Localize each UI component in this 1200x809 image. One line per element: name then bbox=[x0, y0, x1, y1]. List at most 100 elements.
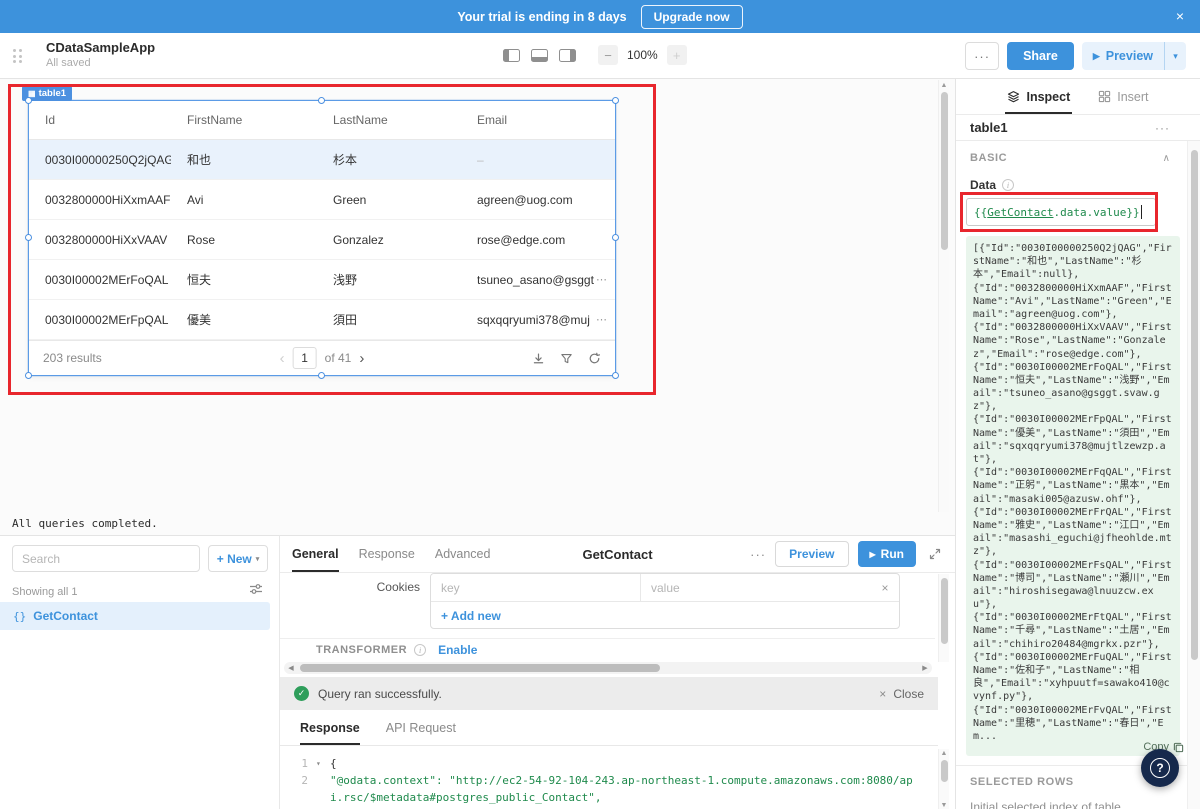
zoom-in-button[interactable]: + bbox=[667, 45, 687, 65]
new-query-button[interactable]: + New ▾ bbox=[208, 545, 268, 572]
cookie-value-input[interactable] bbox=[641, 574, 871, 601]
overflow-ellipsis-icon: ⋯ bbox=[596, 273, 607, 286]
tab-inspect[interactable]: Inspect bbox=[1007, 79, 1070, 114]
basic-section-header: BASIC ∧ bbox=[970, 152, 1170, 164]
add-new-cookie-link[interactable]: + Add new bbox=[431, 602, 899, 629]
header-actions: ··· Share ▶ Preview ▾ bbox=[965, 42, 1186, 70]
selected-component-name: table1 bbox=[970, 120, 1008, 135]
next-page-icon[interactable]: › bbox=[359, 350, 364, 367]
toggle-right-panel-icon[interactable] bbox=[559, 49, 576, 62]
toggle-bottom-panel-icon[interactable] bbox=[531, 49, 548, 62]
page-number-input[interactable] bbox=[293, 347, 317, 369]
trial-message: Your trial is ending in 8 days bbox=[457, 10, 626, 24]
tab-general[interactable]: General bbox=[292, 536, 339, 572]
table-row[interactable]: 0030I00000250Q2jQAG 和也 杉本 – bbox=[29, 140, 615, 180]
expand-panel-icon[interactable] bbox=[927, 546, 943, 562]
code-gutter bbox=[316, 772, 330, 806]
table-row[interactable]: 0032800000HiXxmAAF Avi Green agreen@uog.… bbox=[29, 180, 615, 220]
component-more-button[interactable]: ··· bbox=[1155, 121, 1170, 135]
previous-page-icon[interactable]: ‹ bbox=[280, 350, 285, 367]
layers-icon bbox=[1007, 90, 1020, 103]
tab-result-response[interactable]: Response bbox=[300, 721, 360, 745]
toggle-left-panel-icon[interactable] bbox=[503, 49, 520, 62]
upgrade-now-button[interactable]: Upgrade now bbox=[641, 5, 743, 29]
scroll-left-icon[interactable]: ◀ bbox=[284, 662, 298, 674]
remove-cookie-icon[interactable]: × bbox=[871, 574, 899, 601]
tab-response[interactable]: Response bbox=[359, 536, 415, 572]
close-icon: × bbox=[879, 687, 886, 701]
scrollbar-thumb[interactable] bbox=[941, 92, 948, 250]
column-header-firstname[interactable]: FirstName bbox=[171, 113, 317, 127]
download-icon[interactable] bbox=[532, 352, 545, 365]
cell-id: 0030I00000250Q2jQAG bbox=[29, 153, 171, 167]
tab-api-request[interactable]: API Request bbox=[386, 721, 456, 745]
enable-transformer-link[interactable]: Enable bbox=[438, 643, 477, 657]
table-row[interactable]: 0030I00002MErFpQAL 優美 須田 sqxqqryumi378@m… bbox=[29, 300, 615, 340]
filter-icon[interactable] bbox=[560, 352, 573, 365]
app-name: CDataSampleApp bbox=[46, 40, 155, 55]
preview-dropdown-caret-icon[interactable]: ▾ bbox=[1164, 42, 1186, 70]
help-button[interactable]: ? bbox=[1141, 749, 1179, 787]
table1-widget[interactable]: Id FirstName LastName Email 0030I0000025… bbox=[28, 100, 616, 376]
cookie-key-input[interactable] bbox=[431, 574, 641, 601]
scrollbar-thumb[interactable] bbox=[941, 578, 948, 644]
table-row[interactable]: 0030I00002MErFoQAL 恒夫 浅野 tsuneo_asano@gs… bbox=[29, 260, 615, 300]
cookies-kv-row: × bbox=[431, 574, 899, 602]
table-row[interactable]: 0032800000HiXxVAAV Rose Gonzalez rose@ed… bbox=[29, 220, 615, 260]
scrollbar-thumb[interactable] bbox=[941, 760, 948, 782]
resize-handle[interactable] bbox=[318, 97, 325, 104]
query-editor-tabs: General Response Advanced bbox=[292, 536, 490, 572]
response-scrollbar: ▲ ▼ bbox=[938, 749, 949, 809]
close-success-bar[interactable]: × Close bbox=[879, 687, 924, 701]
resize-handle[interactable] bbox=[25, 97, 32, 104]
transformer-label: TRANSFORMER bbox=[316, 644, 407, 656]
collapse-caret-icon[interactable]: ▾ bbox=[316, 755, 330, 772]
copy-icon bbox=[1173, 742, 1184, 753]
resize-handle[interactable] bbox=[612, 234, 619, 241]
resize-handle[interactable] bbox=[25, 234, 32, 241]
refresh-icon[interactable] bbox=[588, 352, 601, 365]
grid-icon bbox=[1098, 90, 1111, 103]
scrollbar-thumb[interactable] bbox=[300, 664, 660, 672]
cookies-label: Cookies bbox=[280, 580, 420, 594]
zoom-out-button[interactable]: − bbox=[598, 45, 618, 65]
query-list-item-getcontact[interactable]: {} GetContact bbox=[0, 602, 270, 630]
column-header-lastname[interactable]: LastName bbox=[317, 113, 461, 127]
panel-toggles bbox=[503, 49, 576, 62]
preview-button[interactable]: ▶ Preview bbox=[1082, 42, 1164, 70]
banner-close-icon[interactable]: × bbox=[1176, 8, 1184, 24]
search-input[interactable] bbox=[12, 545, 200, 572]
tab-insert[interactable]: Insert bbox=[1098, 79, 1148, 114]
scroll-up-icon[interactable]: ▲ bbox=[939, 82, 949, 89]
app-header: CDataSampleApp All saved − 100% + ··· Sh… bbox=[0, 33, 1200, 79]
column-header-id[interactable]: Id bbox=[29, 113, 171, 127]
scroll-up-icon[interactable]: ▲ bbox=[939, 750, 949, 757]
run-label: Run bbox=[881, 547, 904, 561]
braces-icon: {} bbox=[13, 610, 26, 623]
query-title: GetContact bbox=[582, 547, 652, 562]
cell-id: 0030I00002MErFoQAL bbox=[29, 273, 171, 287]
collapse-section-icon[interactable]: ∧ bbox=[1163, 153, 1170, 164]
data-code-input[interactable]: {{GetContact.data.value}} bbox=[966, 198, 1156, 226]
cell-firstname: 和也 bbox=[171, 151, 317, 168]
query-more-button[interactable]: ··· bbox=[750, 547, 766, 562]
query-preview-button[interactable]: Preview bbox=[775, 541, 848, 567]
resize-handle[interactable] bbox=[612, 372, 619, 379]
header-more-button[interactable]: ··· bbox=[965, 42, 999, 70]
share-button[interactable]: Share bbox=[1007, 42, 1074, 70]
resize-handle[interactable] bbox=[25, 372, 32, 379]
cell-email: sqxqqryumi378@muj ⋯ bbox=[461, 313, 615, 327]
success-check-icon: ✓ bbox=[294, 686, 309, 701]
query-filter-icon[interactable] bbox=[249, 583, 263, 595]
scroll-down-icon[interactable]: ▼ bbox=[939, 802, 949, 809]
scroll-right-icon[interactable]: ▶ bbox=[918, 662, 932, 674]
info-icon: i bbox=[1002, 179, 1014, 191]
column-header-email[interactable]: Email bbox=[461, 113, 615, 127]
scrollbar-thumb[interactable] bbox=[1191, 150, 1198, 660]
drag-handle-icon[interactable] bbox=[13, 49, 22, 63]
resize-handle[interactable] bbox=[612, 97, 619, 104]
resize-handle[interactable] bbox=[318, 372, 325, 379]
tab-advanced[interactable]: Advanced bbox=[435, 536, 491, 572]
run-query-button[interactable]: ▶ Run bbox=[858, 541, 916, 567]
selected-rows-section-label: SELECTED ROWS bbox=[970, 776, 1074, 788]
